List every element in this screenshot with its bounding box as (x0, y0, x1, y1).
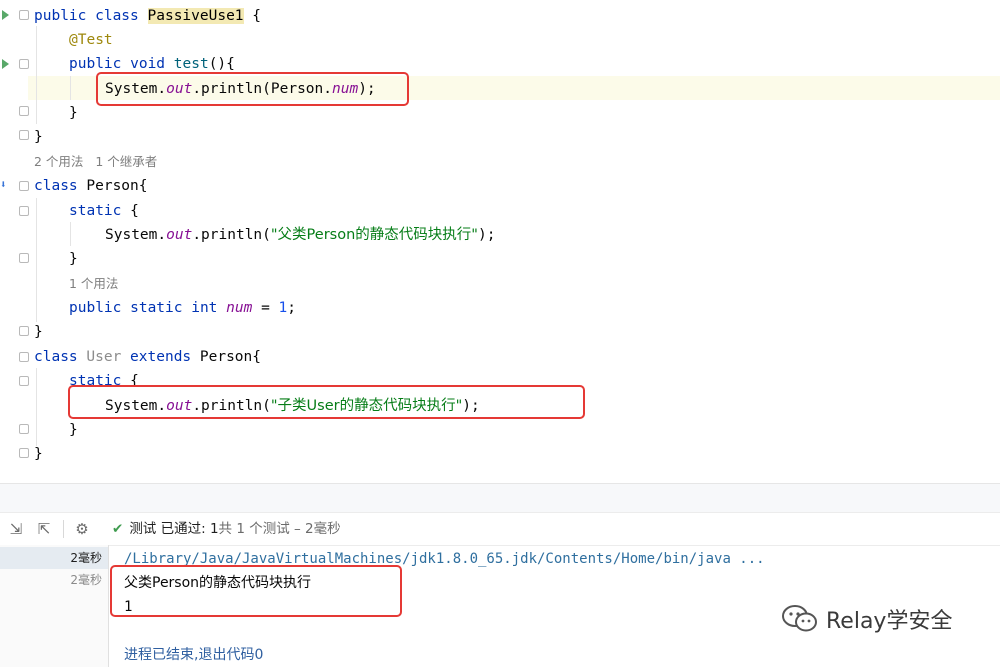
code-text: Person{ (199, 349, 261, 365)
indent-guide (70, 76, 71, 100)
highlight-box (96, 72, 409, 106)
code-text: .println( (192, 227, 271, 243)
code-text: System. (105, 227, 167, 243)
code-line-13[interactable]: class User extends Person{ (34, 345, 261, 369)
expand-icon[interactable]: ⇱ (34, 519, 54, 539)
fold-icon[interactable] (19, 448, 29, 458)
highlight-box (110, 565, 402, 617)
keyword: extends (130, 349, 200, 365)
wechat-icon (780, 603, 820, 641)
highlight-box (68, 385, 585, 419)
brace: } (34, 129, 43, 145)
code-text: (){ (208, 56, 235, 72)
code-line-5[interactable]: } (69, 101, 78, 125)
number-literal: 1 (278, 300, 288, 316)
fold-icon[interactable] (19, 206, 29, 216)
class-name: User (86, 349, 131, 365)
code-line-11[interactable]: public static int num = 1; (69, 296, 296, 320)
code-editor[interactable]: ⬇ public class PassiveUse1 { @Test publi… (0, 0, 1000, 483)
indent-guide (36, 198, 37, 322)
fold-icon[interactable] (19, 424, 29, 434)
code-line-17[interactable]: } (34, 442, 43, 466)
fold-icon[interactable] (19, 253, 29, 263)
brace: } (34, 446, 43, 462)
test-status: ✔ 测试 已通过: 1共 1 个测试 – 2毫秒 (112, 513, 341, 545)
status-summary: 共 1 个测试 – 2毫秒 (218, 521, 341, 537)
annotation: @Test (69, 32, 113, 48)
code-text: { (121, 203, 139, 219)
static-field: out (166, 227, 193, 243)
code-text: { (243, 8, 261, 24)
run-icon[interactable] (2, 59, 9, 69)
status-count: 1 (209, 521, 219, 537)
indent-guide (70, 222, 71, 246)
run-icon[interactable] (2, 10, 9, 20)
fold-icon[interactable] (19, 59, 29, 69)
fold-icon[interactable] (19, 106, 29, 116)
code-line-7[interactable]: class Person{ (34, 174, 148, 198)
keyword: public class (34, 8, 148, 24)
keyword: class (34, 178, 87, 194)
watermark: Relay学安全 (780, 603, 952, 641)
code-text: ); (477, 227, 496, 243)
code-line-12[interactable]: } (34, 320, 43, 344)
code-line-8[interactable]: static { (69, 199, 139, 223)
code-line-2[interactable]: @Test (69, 28, 113, 52)
watermark-text: Relay学安全 (826, 609, 953, 634)
indent-guide (36, 26, 37, 124)
brace: } (34, 324, 43, 340)
fold-icon[interactable] (19, 10, 29, 20)
code-text: ; (287, 300, 297, 316)
keyword: public static int (69, 300, 227, 316)
check-icon: ✔ (112, 521, 124, 537)
usage-hint[interactable]: 1 个用法 (69, 272, 118, 296)
keyword: static (69, 203, 122, 219)
tree-item-duration[interactable]: 2毫秒 (70, 547, 102, 569)
code-line-9[interactable]: System.out.println("父类Person的静态代码块执行"); (105, 223, 495, 247)
fold-icon[interactable] (19, 181, 29, 191)
code-line-10[interactable]: } (69, 247, 78, 271)
status-prefix: 测试 已通过: (129, 521, 210, 537)
method-name: test (173, 56, 209, 72)
run-toolbar: ⇲ ⇱ ⚙ ✔ 测试 已通过: 1共 1 个测试 – 2毫秒 (0, 512, 1000, 546)
fold-icon[interactable] (19, 130, 29, 140)
code-line-6[interactable]: } (34, 125, 43, 149)
test-tree: 2毫秒 2毫秒 (0, 545, 109, 667)
static-field: num (226, 300, 253, 316)
toolbar-separator (63, 520, 64, 538)
brace: } (69, 105, 78, 121)
usage-hint[interactable]: 2 个用法 1 个继承者 (34, 150, 157, 174)
brace: } (69, 251, 78, 267)
keyword: public void (69, 56, 174, 72)
tree-item-duration[interactable]: 2毫秒 (70, 569, 102, 591)
code-line-1[interactable]: public class PassiveUse1 { (34, 4, 261, 28)
fold-icon[interactable] (19, 326, 29, 336)
code-text: = (252, 300, 279, 316)
fold-icon[interactable] (19, 352, 29, 362)
fold-icon[interactable] (19, 376, 29, 386)
panel-divider[interactable] (0, 483, 1000, 513)
indent-guide (36, 368, 37, 446)
console-exit-message: 进程已结束,退出代码0 (124, 647, 264, 663)
editor-gutter: ⬇ (0, 0, 29, 483)
class-name: PassiveUse1 (147, 8, 244, 24)
keyword: class (34, 349, 87, 365)
code-line-16[interactable]: } (69, 418, 78, 442)
brace: } (69, 422, 78, 438)
string-literal: "父类Person的静态代码块执行" (270, 227, 478, 243)
code-text: Person{ (86, 178, 148, 194)
gear-icon[interactable]: ⚙ (72, 519, 92, 539)
override-icon[interactable]: ⬇ (0, 178, 10, 192)
collapse-icon[interactable]: ⇲ (6, 519, 26, 539)
